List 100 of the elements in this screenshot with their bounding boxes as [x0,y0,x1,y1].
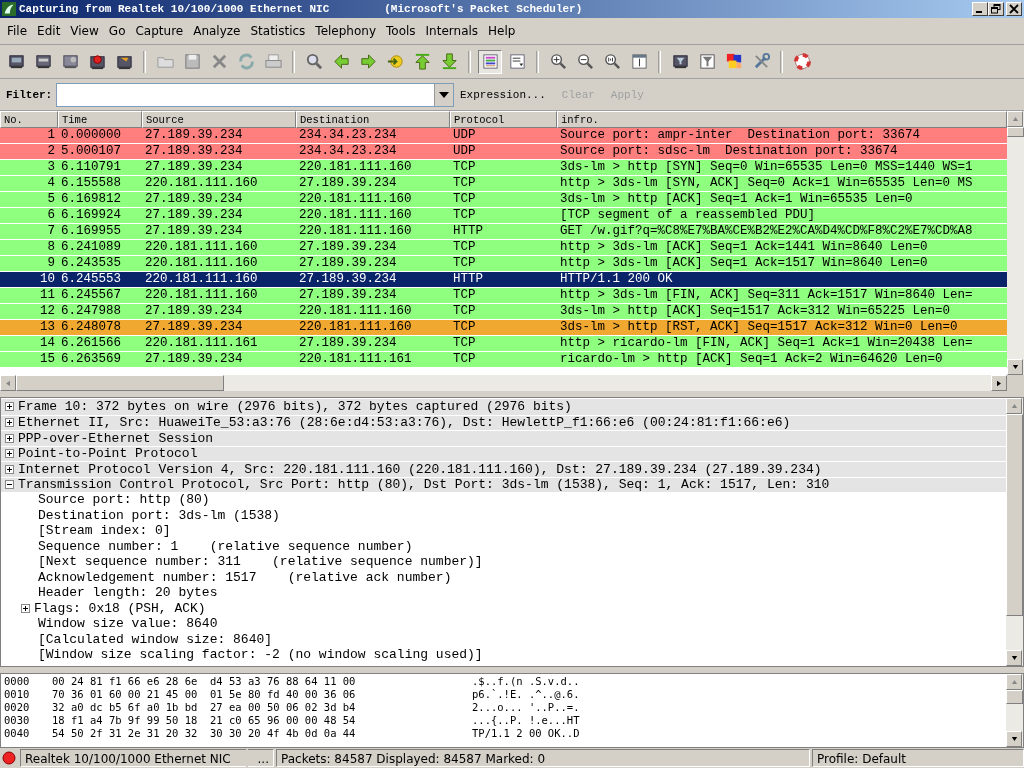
detail-line[interactable]: Header length: 20 bytes [38,585,218,601]
toolbar-button[interactable] [478,49,502,74]
scroll-down-button[interactable] [1007,359,1023,375]
menu-item[interactable]: Statistics [245,24,311,38]
packet-row[interactable]: 3 6.110791 27.189.39.234 220.181.111.160 TCP 3ds-lm > http [SYN] Seq=0 Win=65535 Len=0 MSS=1440 WS=1 [0,160,1007,175]
source-cell-text: 27.189.39.234 [144,352,244,367]
detail-line[interactable]: Destination port: 3ds-lm (1538) [38,507,280,523]
menu-item[interactable]: File [2,24,33,38]
vertical-scrollbar[interactable] [1006,674,1023,747]
dropdown-icon [439,91,449,98]
column-header[interactable]: Protocol [450,111,557,128]
horizontal-scrollbar[interactable] [0,375,1007,391]
detail-line[interactable]: PPP-over-Ethernet Session [18,430,214,446]
packet-row[interactable]: 12 6.247988 27.189.39.234 220.181.111.160 TCP 3ds-lm > http [ACK] Seq=1517 Ack=312 Win=65225 Len=0 [0,304,1007,319]
menu-item[interactable]: Go [103,24,131,38]
detail-line[interactable]: [Window size scaling factor: -2 (no window scaling used)] [38,647,483,663]
scroll-down-button[interactable] [1006,731,1022,747]
scrollbar-thumb[interactable] [1006,414,1023,616]
close-button[interactable] [1006,2,1022,16]
destination-cell-text: 220.181.111.161 [298,352,413,367]
menu-item[interactable]: Internals [420,24,484,38]
colored-lines-icon [480,52,500,71]
source-cell-text: 27.189.39.234 [144,208,244,223]
scroll-up-button[interactable] [1006,674,1022,690]
packet-row[interactable]: 8 6.241089 220.181.111.160 27.189.39.234 TCP http > 3ds-lm [ACK] Seq=1 Ack=1441 Win=8640 Len=0 [0,240,1007,255]
detail-line[interactable]: [Stream index: 0] [38,523,171,539]
packet-row[interactable]: 2 5.000107 27.189.39.234 234.34.23.234 UDP Source port: sdsc-lm Destination port: 33674 [0,144,1007,159]
scroll-up-button[interactable] [1007,111,1023,127]
time-cell-text: 6.245567 [60,288,122,303]
vertical-scrollbar[interactable] [1006,398,1023,666]
detail-line[interactable]: [Next sequence number: 311 (relative sequence number)] [38,554,483,570]
time-cell-text: 6.169924 [60,208,122,223]
lifebuoy-icon [792,52,812,71]
expander-toggle[interactable] [5,433,14,443]
packet-row[interactable]: 1 0.000000 27.189.39.234 234.34.23.234 UDP Source port: ampr-inter Destination port: 33674 [0,128,1007,143]
up-arrow-icon [1010,404,1018,408]
packet-row[interactable]: 15 6.263569 27.189.39.234 220.181.111.161 TCP ricardo-lm > http [ACK] Seq=1 Ack=2 Win=64620 Len=0 [0,352,1007,367]
info-cell-text: http > 3ds-lm [ACK] Seq=1 Ack=1517 Win=8640 Len=0 [559,256,929,271]
filter-button[interactable]: Expression... [454,88,556,101]
packet-row[interactable]: 10 6.245553 220.181.111.160 27.189.39.234 HTTP HTTP/1.1 200 OK [0,272,1007,287]
vertical-scrollbar[interactable] [1007,111,1024,391]
detail-line[interactable]: Sequence number: 1 (relative sequence number) [38,538,413,554]
scrollbar-thumb[interactable] [1006,690,1023,704]
scroll-down-button[interactable] [1006,650,1022,666]
menu-item[interactable]: Tools [381,24,421,38]
number-cell-text: 6 [46,208,56,223]
column-header[interactable]: No. [0,111,58,128]
restore-button[interactable] [988,2,1004,16]
packet-row[interactable]: 5 6.169812 27.189.39.234 220.181.111.160 TCP 3ds-lm > http [ACK] Seq=1 Ack=1 Win=65535 Len=0 [0,192,1007,207]
minimize-icon [976,11,982,13]
detail-line[interactable]: Acknowledgement number: 1517 (relative ack number) [38,569,452,585]
detail-line[interactable]: Flags: 0x18 (PSH, ACK) [34,600,206,616]
column-header[interactable]: Time [58,111,142,128]
column-header[interactable]: Destination [296,111,450,128]
detail-line[interactable]: Source port: http (80) [38,492,210,508]
up-arrow-icon [1010,680,1018,684]
menu-item[interactable]: Telephony [310,24,381,38]
packet-row[interactable]: 14 6.261566 220.181.111.161 27.189.39.234 TCP http > ricardo-lm [FIN, ACK] Seq=1 Ack=1 Win=20438 Len= [0,336,1007,351]
filter-field[interactable] [56,82,454,107]
menu-item[interactable]: Edit [32,24,66,38]
destination-cell-text: 234.34.23.234 [298,144,398,159]
detail-line[interactable]: [Calculated window size: 8640] [38,631,273,647]
status-more: ... [248,749,274,767]
column-header[interactable]: infro. [557,111,1007,128]
packet-row[interactable]: 11 6.245567 220.181.111.160 27.189.39.234 TCP http > 3ds-lm [FIN, ACK] Seq=311 Ack=1517 Win=8640 Len= [0,288,1007,303]
menu-item[interactable]: Capture [130,24,189,38]
scrollbar-thumb[interactable] [16,375,224,391]
menu-item[interactable]: View [65,24,104,38]
packet-row[interactable]: 4 6.155588 220.181.111.160 27.189.39.234 TCP http > 3ds-lm [SYN, ACK] Seq=0 Ack=1 Win=65535 Len=0 MS [0,176,1007,191]
menu-item[interactable]: Analyze [188,24,246,38]
packet-row[interactable]: 13 6.248078 27.189.39.234 220.181.111.160 TCP 3ds-lm > http [RST, ACK] Seq=1517 Ack=312 Win=0 Len=0 [0,320,1007,335]
scroll-right-button[interactable] [991,375,1007,391]
network-card-icon [670,52,690,71]
detail-line[interactable]: Window size value: 8640 [38,616,218,632]
time-cell-text: 6.169955 [60,224,122,239]
expander-toggle[interactable] [5,464,14,474]
packet-row[interactable]: 9 6.243535 220.181.111.160 27.189.39.234 TCP http > 3ds-lm [ACK] Seq=1 Ack=1517 Win=8640 Len=0 [0,256,1007,271]
expander-toggle[interactable] [5,402,14,412]
down-arrow-icon [1010,737,1018,741]
menu-item[interactable]: Help [483,24,521,38]
number-cell-text: 11 [39,288,56,303]
protocol-cell-text: TCP [452,320,477,335]
detail-line[interactable]: Point-to-Point Protocol [18,446,198,462]
minimize-button[interactable] [972,2,988,16]
expander-toggle[interactable] [5,480,14,490]
scroll-up-button[interactable] [1006,398,1022,414]
scroll-left-button[interactable] [0,375,16,391]
destination-cell-text: 27.189.39.234 [298,336,398,351]
packet-row[interactable]: 7 6.169955 27.189.39.234 220.181.111.160 HTTP GET /w.gif?q=%C8%E7%BA%CE%B2%E2%CA%D4%CD%F8%C2%E7%CD%A8 [0,224,1007,239]
expander-toggle[interactable] [5,418,14,428]
ascii-text: ...{..P. !.e...HT [472,714,580,727]
hex-bytes: 00 24 81 f1 66 e6 28 6e d4 53 a3 76 88 64 11 00 [52,675,357,688]
down-arrow-icon [1010,656,1018,660]
packet-row[interactable]: 6 6.169924 27.189.39.234 220.181.111.160 TCP [TCP segment of a reassembled PDU] [0,208,1007,223]
expander-toggle[interactable] [5,449,14,459]
expander-toggle[interactable] [21,603,30,613]
window-title: Capturing from Realtek 10/100/1000 Ethernet NIC [19,3,330,15]
scrollbar-thumb[interactable] [1007,127,1024,137]
column-header[interactable]: Source [142,111,296,128]
hex-bytes: 54 50 2f 31 2e 31 20 32 30 30 20 4f 4b 0d 0a 44 [52,727,357,740]
